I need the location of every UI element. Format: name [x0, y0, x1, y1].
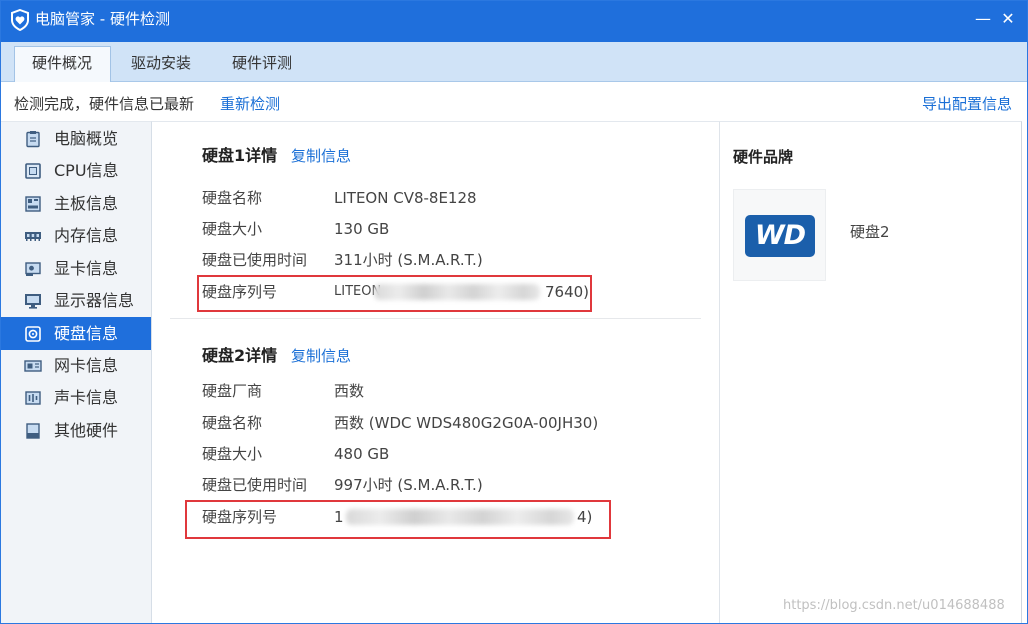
sidebar-item-memory[interactable]: 内存信息 — [0, 220, 151, 252]
disk1-serial-label: 硬盘序列号 — [202, 283, 278, 301]
disk2-serial-prefix: 1 — [334, 508, 344, 526]
disk2-title: 硬盘2详情 — [202, 346, 278, 365]
sidebar-item-cpu[interactable]: CPU信息 — [0, 155, 151, 187]
sidebar-item-label: 网卡信息 — [54, 356, 119, 375]
sidebar-item-label: 硬盘信息 — [54, 324, 119, 343]
scan-status-text: 检测完成，硬件信息已最新 — [14, 95, 195, 113]
disk1-copy-link[interactable]: 复制信息 — [291, 146, 351, 166]
disk2-size-value: 480 GB — [334, 445, 390, 463]
hard-disk-icon — [25, 325, 41, 342]
graphics-card-icon — [25, 262, 41, 276]
window-title: 电脑管家 - 硬件检测 — [35, 10, 170, 28]
wd-logo: WD — [745, 215, 815, 257]
disk1-usage-value: 311小时 (S.M.A.R.T.) — [334, 251, 483, 269]
brand-title: 硬件品牌 — [733, 148, 794, 166]
sound-card-icon — [25, 391, 41, 405]
disk1-name-value: LITEON CV8-8E128 — [334, 189, 477, 207]
sidebar-item-network-card[interactable]: 网卡信息 — [0, 350, 151, 382]
sidebar-item-label: 主板信息 — [54, 194, 119, 213]
monitor-icon — [25, 294, 41, 309]
disk2-serial-suffix: 4) — [577, 508, 593, 526]
motherboard-icon — [25, 196, 41, 212]
sidebar-item-label: 电脑概览 — [54, 129, 119, 148]
disk2-name-label: 硬盘名称 — [202, 414, 263, 432]
rescan-link[interactable]: 重新检测 — [220, 94, 280, 114]
disk2-usage-label: 硬盘已使用时间 — [202, 476, 308, 494]
section-divider — [170, 318, 701, 319]
memory-icon — [25, 232, 41, 241]
disk1-usage-label: 硬盘已使用时间 — [202, 251, 308, 269]
disk2-name-value: 西数 (WDC WDS480G2G0A-00JH30) — [334, 414, 599, 432]
sidebar-item-monitor[interactable]: 显示器信息 — [0, 285, 151, 317]
disk1-name-label: 硬盘名称 — [202, 189, 263, 207]
disk1-title: 硬盘1详情 — [202, 146, 278, 165]
sidebar-item-label: 内存信息 — [54, 226, 119, 245]
sidebar-item-motherboard[interactable]: 主板信息 — [0, 188, 151, 220]
disk2-vendor-label: 硬盘厂商 — [202, 382, 263, 400]
disk2-serial-label: 硬盘序列号 — [202, 508, 278, 526]
brand-disk-name: 硬盘2 — [850, 223, 890, 241]
sidebar-item-graphics-card[interactable]: 显卡信息 — [0, 253, 151, 285]
tab-driver-install[interactable]: 驱动安装 — [131, 53, 191, 73]
tab-hardware-overview-label[interactable]: 硬件概况 — [32, 53, 92, 73]
watermark: https://blog.csdn.net/u014688488 — [783, 598, 1005, 613]
export-config-link[interactable]: 导出配置信息 — [922, 94, 1012, 114]
disk1-size-value: 130 GB — [334, 220, 390, 238]
disk2-usage-value: 997小时 (S.M.A.R.T.) — [334, 476, 483, 494]
sidebar-item-label: 显卡信息 — [54, 259, 119, 278]
sidebar: 电脑概览 CPU信息 主板信息 内存信息 显卡信息 显示器信息 硬盘信息 网卡信… — [0, 121, 152, 624]
tab-hardware-benchmark[interactable]: 硬件评测 — [232, 53, 292, 73]
sidebar-item-sound-card[interactable]: 声卡信息 — [0, 382, 151, 414]
sidebar-item-overview[interactable]: 电脑概览 — [0, 123, 151, 155]
close-button[interactable]: ✕ — [997, 9, 1019, 29]
disk1-serial-redaction — [374, 284, 540, 300]
cpu-icon — [25, 163, 41, 179]
disk2-copy-link[interactable]: 复制信息 — [291, 346, 351, 366]
network-card-icon — [24, 360, 42, 372]
sidebar-item-label: 显示器信息 — [54, 291, 135, 310]
disk1-serial-suffix: 7640) — [545, 283, 590, 301]
sidebar-item-label: 其他硬件 — [54, 421, 119, 440]
other-hardware-icon — [26, 423, 40, 439]
disk2-size-label: 硬盘大小 — [202, 445, 263, 463]
overview-icon — [26, 131, 40, 148]
minimize-button[interactable]: — — [972, 9, 994, 29]
sidebar-item-label: CPU信息 — [54, 161, 119, 180]
disk1-size-label: 硬盘大小 — [202, 220, 263, 238]
disk2-serial-redaction — [346, 509, 574, 525]
pc-manager-shield-icon — [11, 9, 29, 31]
sidebar-item-hard-disk[interactable]: 硬盘信息 — [0, 317, 151, 350]
sidebar-item-other-hardware[interactable]: 其他硬件 — [0, 415, 151, 447]
disk2-vendor-value: 西数 — [334, 382, 365, 400]
sidebar-item-label: 声卡信息 — [54, 388, 119, 407]
